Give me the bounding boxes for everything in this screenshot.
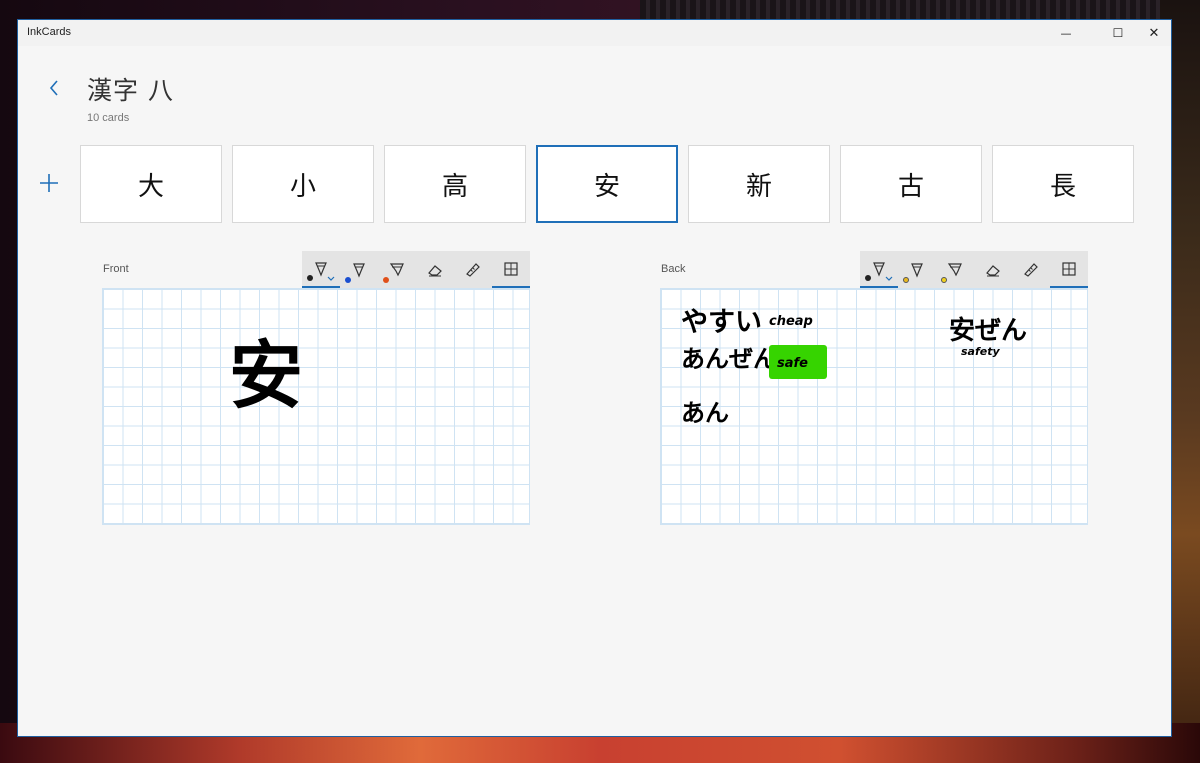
close-button[interactable]: ✕ [1136, 20, 1172, 46]
back-ink-line-en: cheap [769, 314, 813, 329]
card-character: 小 [289, 171, 316, 202]
front-ink-text: 安 [229, 333, 303, 419]
minimize-icon: — [1060, 26, 1072, 40]
pencil-button[interactable] [898, 251, 936, 288]
card-count: 10 cards [87, 112, 130, 124]
card-item[interactable]: 古 [840, 145, 982, 223]
back-ink-line-jp: やすい [681, 307, 762, 338]
eraser-button[interactable] [416, 251, 454, 288]
ruler-button[interactable] [454, 251, 492, 288]
grid-toggle-button[interactable] [1050, 251, 1088, 288]
pen-icon [353, 262, 365, 278]
close-icon: ✕ [1148, 25, 1160, 41]
card-item-selected[interactable]: 安 [536, 145, 678, 223]
eraser-icon [428, 264, 442, 276]
card-character: 大 [137, 171, 164, 202]
maximize-button[interactable]: ☐ [1100, 20, 1136, 46]
back-ink-line-en: safe [777, 356, 808, 371]
back-button[interactable] [44, 76, 64, 100]
highlighter-icon [389, 262, 404, 276]
plus-icon [40, 174, 58, 192]
card-item[interactable]: 大 [80, 145, 222, 223]
back-ink-toolbar [860, 251, 1088, 288]
highlighter-button[interactable] [936, 251, 974, 288]
highlighter-button[interactable] [378, 251, 416, 288]
grid-icon [1062, 261, 1076, 276]
front-ink-canvas[interactable]: 安 [102, 288, 530, 525]
card-character: 新 [745, 171, 772, 202]
ruler-icon [466, 262, 480, 277]
desktop-background-top [640, 0, 1200, 20]
page-title: 漢字 八 [87, 76, 174, 105]
pen-icon [911, 262, 923, 278]
pen-color-swatch [345, 277, 351, 283]
eraser-button[interactable] [974, 251, 1012, 288]
front-ink-toolbar [302, 251, 530, 288]
card-character: 安 [593, 171, 620, 202]
ballpoint-pen-button[interactable] [860, 251, 898, 288]
minimize-button[interactable]: — [1048, 20, 1084, 46]
pen-color-swatch [307, 275, 313, 281]
pen-icon [873, 261, 885, 277]
back-ink-drawing: やすい cheap あんぜん safe あん 安ぜん safety [681, 307, 1027, 427]
ruler-icon [1024, 262, 1038, 277]
pencil-button[interactable] [340, 251, 378, 288]
back-ink-canvas[interactable]: やすい cheap あんぜん safe あん 安ぜん safety [660, 288, 1088, 525]
pen-icon [315, 261, 327, 277]
back-ink-note-jp: 安ぜん [949, 316, 1027, 346]
card-character: 長 [1049, 171, 1076, 202]
back-label: Back [661, 263, 686, 275]
grid-toggle-button[interactable] [492, 251, 530, 288]
back-ink-note-en: safety [961, 345, 1000, 358]
highlighter-icon [947, 262, 962, 276]
front-label: Front [103, 263, 129, 275]
chevron-left-icon [49, 80, 58, 96]
card-character: 古 [897, 171, 924, 202]
grid-icon [504, 261, 518, 276]
pen-color-swatch [383, 277, 389, 283]
pen-color-swatch [941, 277, 947, 283]
maximize-icon: ☐ [1112, 26, 1124, 40]
chevron-down-icon [327, 276, 335, 281]
back-ink-line-jp: あん [681, 399, 729, 427]
card-item[interactable]: 長 [992, 145, 1134, 223]
card-item[interactable]: 小 [232, 145, 374, 223]
front-ink-drawing: 安 [229, 333, 303, 419]
card-character: 高 [441, 171, 468, 202]
back-ink-line-jp: あんぜん [681, 345, 777, 373]
add-card-button[interactable] [38, 172, 60, 194]
pen-color-swatch [865, 275, 871, 281]
ruler-button[interactable] [1012, 251, 1050, 288]
eraser-icon [986, 264, 1000, 276]
app-title: InkCards [27, 26, 72, 38]
app-window: InkCards — ☐ ✕ 漢字 八 10 cards 大 小 高 安 新 古… [17, 19, 1172, 737]
ballpoint-pen-button[interactable] [302, 251, 340, 288]
pen-color-swatch [903, 277, 909, 283]
chevron-down-icon [885, 276, 893, 281]
title-bar[interactable]: InkCards — ☐ ✕ [18, 20, 1171, 46]
card-item[interactable]: 新 [688, 145, 830, 223]
card-item[interactable]: 高 [384, 145, 526, 223]
